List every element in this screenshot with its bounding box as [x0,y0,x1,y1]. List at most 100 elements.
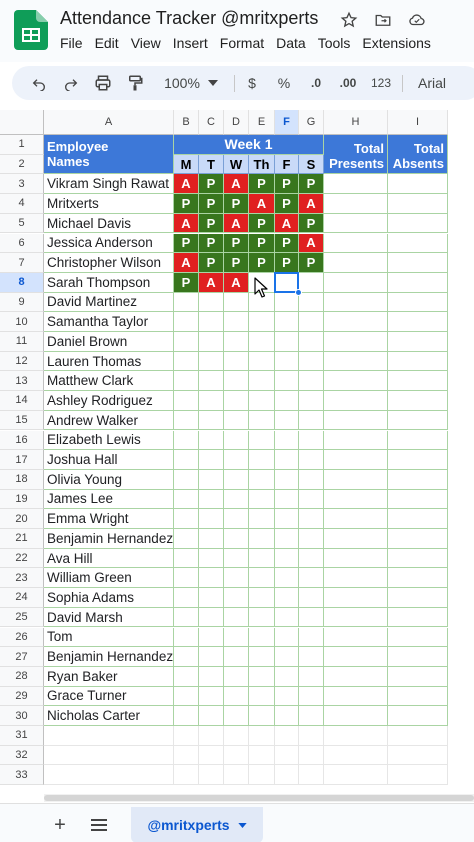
cell[interactable] [199,312,224,332]
employee-name-cell[interactable]: Elizabeth Lewis [44,430,174,451]
cell[interactable] [275,332,299,352]
menu-view[interactable]: View [131,35,161,51]
cell[interactable] [199,332,224,352]
cell[interactable] [299,726,324,746]
cell[interactable] [299,292,324,313]
percent-format-button[interactable]: % [274,66,294,100]
column-header-f[interactable]: F [275,110,299,135]
cell[interactable] [199,686,224,707]
horizontal-scrollbar[interactable] [44,794,474,802]
attendance-cell[interactable]: P [224,253,249,273]
cell[interactable] [299,548,324,569]
employee-name-cell[interactable]: Tom [44,627,174,648]
cell[interactable] [275,627,299,648]
row-header-4[interactable]: 4 [0,194,44,214]
cell[interactable] [299,489,324,510]
cell[interactable] [174,548,199,569]
cell[interactable] [174,292,199,313]
cell[interactable] [199,568,224,589]
cell[interactable] [299,568,324,589]
column-header-i[interactable]: I [388,110,448,135]
cell[interactable] [275,509,299,529]
cell[interactable] [388,450,448,470]
cell[interactable] [275,371,299,392]
cell[interactable] [249,410,275,431]
cell[interactable] [249,312,275,332]
cell[interactable] [388,686,448,707]
cell[interactable] [324,706,388,726]
cell[interactable] [299,745,324,766]
menu-tools[interactable]: Tools [318,35,351,51]
cell[interactable] [324,312,388,332]
attendance-cell[interactable]: P [174,272,199,293]
cell[interactable] [249,529,275,549]
cell[interactable] [388,351,448,372]
attendance-cell[interactable]: A [174,174,199,195]
cell[interactable] [388,647,448,667]
cell[interactable] [299,450,324,470]
cell[interactable] [224,568,249,589]
cell[interactable] [388,706,448,726]
employee-name-cell[interactable]: Benjamin Hernandez [44,529,174,549]
cell[interactable] [199,489,224,510]
cell[interactable] [224,410,249,431]
employee-name-cell[interactable]: Matthew Clark [44,371,174,392]
cell[interactable] [249,391,275,411]
paint-format-icon[interactable] [122,66,148,100]
cell[interactable] [224,450,249,470]
cell[interactable] [249,686,275,707]
row-header-10[interactable]: 10 [0,312,44,332]
cell[interactable] [174,568,199,589]
cell[interactable] [388,312,448,332]
cell[interactable] [299,666,324,687]
cell[interactable] [275,686,299,707]
attendance-cell[interactable]: A [299,233,324,254]
cell[interactable] [275,647,299,667]
cell[interactable] [324,430,388,451]
cell[interactable] [275,745,299,766]
cell[interactable] [324,548,388,569]
attendance-cell[interactable]: P [224,194,249,214]
cell[interactable] [174,430,199,451]
row-header-17[interactable]: 17 [0,450,44,470]
attendance-cell[interactable]: P [249,213,275,234]
cell[interactable] [174,509,199,529]
document-title[interactable]: Attendance Tracker @mritxperts [60,8,318,29]
cell[interactable] [275,588,299,608]
cell[interactable] [324,272,388,293]
cell[interactable] [249,469,275,490]
cell[interactable] [174,765,199,786]
row-header-22[interactable]: 22 [0,548,44,569]
cell[interactable] [224,765,249,786]
cell[interactable] [174,489,199,510]
attendance-cell[interactable]: A [224,213,249,234]
cell[interactable] [324,765,388,786]
fill-handle[interactable] [295,288,302,296]
cell[interactable] [299,272,324,293]
cell[interactable] [224,706,249,726]
cell[interactable] [299,588,324,608]
cell[interactable] [388,568,448,589]
column-header-g[interactable]: G [299,110,324,135]
attendance-cell[interactable]: A [224,272,249,293]
cell[interactable] [249,588,275,608]
move-folder-icon[interactable] [372,9,394,31]
cell[interactable] [388,726,448,746]
cell[interactable] [174,391,199,411]
cell[interactable] [324,745,388,766]
cell[interactable] [224,371,249,392]
cell[interactable] [299,371,324,392]
employee-name-cell[interactable]: Lauren Thomas [44,351,174,372]
cell[interactable] [299,529,324,549]
cell[interactable] [199,726,224,746]
cell[interactable] [324,233,388,254]
cell[interactable] [224,529,249,549]
row-header-30[interactable]: 30 [0,706,44,726]
cell[interactable] [224,588,249,608]
cell[interactable] [199,607,224,628]
row-header-23[interactable]: 23 [0,568,44,589]
menu-data[interactable]: Data [276,35,306,51]
cell[interactable] [249,726,275,746]
cell[interactable] [275,607,299,628]
cell[interactable] [275,489,299,510]
